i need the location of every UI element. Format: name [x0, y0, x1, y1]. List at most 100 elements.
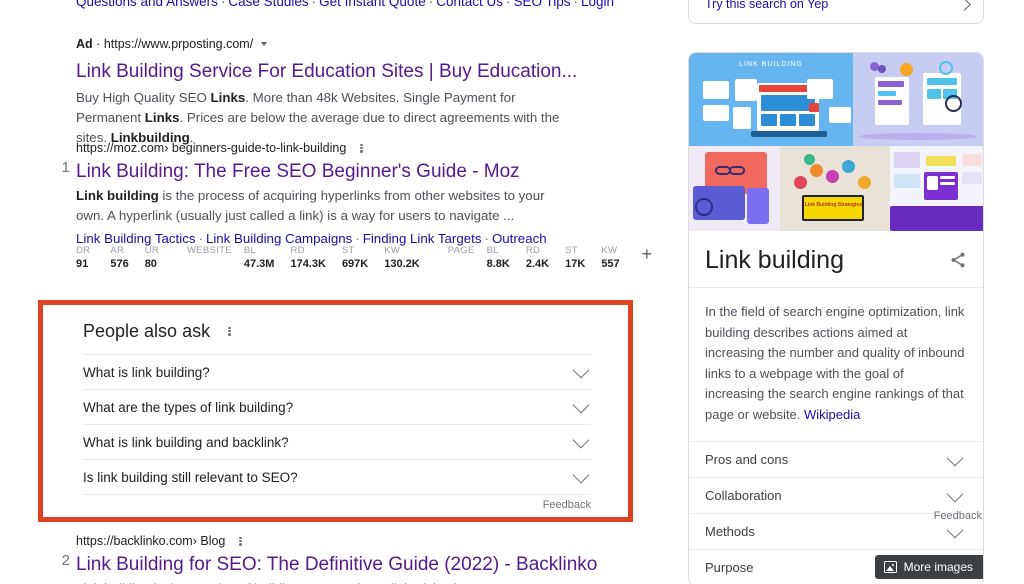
ad-sitelink-3[interactable]: Contact Us [436, 0, 503, 9]
chevron-down-icon[interactable] [573, 432, 590, 449]
metric-website-bl[interactable]: BL 47.3M [244, 244, 275, 271]
more-images-button[interactable]: More images [875, 555, 983, 579]
search-result-1: https://moz.com › beginners-guide-to-lin… [76, 141, 636, 248]
paa-question-1[interactable]: What are the types of link building? [83, 389, 591, 424]
ad-sitelinks-row: Questions and Answers·Case Studies·Get I… [76, 0, 614, 9]
knowledge-panel-title: Link building [705, 245, 844, 275]
result-path: › beginners-guide-to-link-building [164, 141, 346, 155]
ad-sitelink-1[interactable]: Case Studies [228, 0, 308, 9]
separator-dot: · [309, 0, 320, 9]
result-title-row: 2 Link Building for SEO: The Definitive … [76, 552, 636, 577]
knowledge-panel-card: LINK BUILDING [688, 52, 984, 584]
ad-separator: · [96, 37, 100, 51]
image-tile-2[interactable] [853, 53, 983, 146]
metric-label: KW [601, 244, 619, 257]
metric-label: ST [342, 244, 368, 257]
try-search-on-yep-card[interactable]: Try this search on Yep [688, 0, 984, 24]
metric-website-st[interactable]: ST 697K [342, 244, 368, 271]
chevron-down-icon[interactable] [573, 362, 590, 379]
wikipedia-link[interactable]: Wikipedia [804, 407, 860, 422]
paa-question-label: What is link building? [83, 365, 210, 380]
metric-label: BL [487, 244, 510, 257]
result-rank-number: 1 [54, 159, 70, 176]
metric-page-rd[interactable]: RD 2.4K [526, 244, 549, 271]
chevron-down-icon[interactable] [947, 449, 964, 466]
knowledge-panel-description: In the field of search engine optimizati… [689, 288, 983, 441]
chevron-down-icon[interactable] [261, 42, 267, 46]
snippet-bold: Link building [76, 188, 159, 203]
ad-url-row: Ad · https://www.prposting.com/ [76, 36, 636, 52]
knowledge-panel-feedback-link[interactable]: Feedback [934, 510, 982, 522]
description-text: In the field of search engine optimizati… [705, 304, 964, 422]
search-results-page: Questions and Answers·Case Studies·Get I… [0, 0, 1024, 584]
paa-feedback-link[interactable]: Feedback [543, 499, 591, 511]
separator-dot: · [426, 0, 437, 9]
paa-question-0[interactable]: What is link building? [83, 354, 591, 389]
result-title-row: 1 Link Building: The Free SEO Beginner's… [76, 159, 636, 184]
ad-label: Ad [76, 37, 93, 51]
ad-sitelink-0[interactable]: Questions and Answers [76, 0, 218, 9]
image-tile-4[interactable]: Link Building Strategies [780, 146, 889, 231]
ad-sitelink-2[interactable]: Get Instant Quote [319, 0, 426, 9]
result-snippet: Link building is the practice of buildin… [76, 579, 576, 584]
separator-dot: · [571, 0, 582, 9]
image-grid: LINK BUILDING [689, 53, 983, 231]
metric-website-rd[interactable]: RD 174.3K [290, 244, 325, 271]
metric-value: 2.4K [526, 257, 549, 271]
metric-page-kw[interactable]: KW 557 [601, 244, 619, 271]
metric-page-st[interactable]: ST 17K [565, 244, 585, 271]
image-tile-3[interactable] [689, 146, 780, 231]
kebab-menu-icon[interactable] [235, 536, 246, 547]
result-title-link[interactable]: Link Building for SEO: The Definitive Gu… [76, 552, 597, 577]
kp-row-collaboration[interactable]: Collaboration [689, 477, 983, 513]
tile-ground [859, 133, 977, 140]
metric-dr[interactable]: DR 91 [76, 244, 90, 271]
kebab-menu-icon[interactable] [356, 143, 367, 154]
image-tile-4-caption: Link Building Strategies [804, 202, 862, 208]
kebab-menu-icon[interactable] [224, 326, 235, 337]
ad-desc-bold-1: Links [211, 90, 246, 105]
paa-header: People also ask [83, 319, 591, 343]
paa-question-2[interactable]: What is link building and backlink? [83, 424, 591, 459]
ad-desc-bold-2: Links [145, 110, 180, 125]
ad-sitelink-4[interactable]: SEO Tips [514, 0, 571, 9]
ad-sitelink-5[interactable]: Login [581, 0, 614, 9]
add-metric-button[interactable]: + [642, 244, 653, 264]
chevron-down-icon[interactable] [947, 521, 964, 538]
ad-url[interactable]: https://www.prposting.com/ [104, 37, 253, 51]
kp-row-pros-and-cons[interactable]: Pros and cons [689, 441, 983, 477]
result-url-row: https://moz.com › beginners-guide-to-lin… [76, 141, 636, 155]
share-icon[interactable] [949, 251, 967, 269]
metric-label: RD [290, 244, 325, 257]
chevron-down-icon[interactable] [947, 485, 964, 502]
metric-ar[interactable]: AR 576 [110, 244, 128, 271]
result-title-link[interactable]: Link Building: The Free SEO Beginner's G… [76, 159, 520, 184]
image-tile-5[interactable] [890, 146, 983, 231]
kp-row-label: Collaboration [705, 488, 782, 503]
metric-website-kw[interactable]: KW 130.2K [384, 244, 419, 271]
chevron-right-icon[interactable] [958, 0, 971, 10]
ad-result: Ad · https://www.prposting.com/ Link Bui… [76, 36, 636, 148]
paa-question-3[interactable]: Is link building still relevant to SEO? [83, 459, 591, 494]
more-images-label: More images [904, 560, 973, 574]
search-result-2: https://backlinko.com › Blog 2 Link Buil… [76, 534, 636, 584]
result-path: › Blog [193, 534, 226, 548]
paa-footer: Feedback [83, 494, 591, 511]
chevron-down-icon[interactable] [573, 467, 590, 484]
kp-row-label: Methods [705, 524, 755, 539]
metric-page-bl[interactable]: BL 8.8K [487, 244, 510, 271]
metric-value: 174.3K [290, 257, 325, 271]
metric-label: AR [110, 244, 128, 257]
metric-label: ST [565, 244, 585, 257]
chevron-down-icon[interactable] [573, 397, 590, 414]
image-tile-1-caption: LINK BUILDING [739, 61, 803, 68]
image-tile-1[interactable]: LINK BUILDING [689, 53, 853, 146]
ad-title-link[interactable]: Link Building Service For Education Site… [76, 59, 636, 85]
metric-ur[interactable]: UR 80 [145, 244, 159, 271]
metric-value: 130.2K [384, 257, 419, 271]
result-domain[interactable]: https://backlinko.com [76, 534, 193, 548]
metric-value: 576 [110, 257, 128, 271]
result-domain[interactable]: https://moz.com [76, 141, 164, 155]
kp-row-label: Pros and cons [705, 452, 788, 467]
metric-value: 91 [76, 257, 90, 271]
